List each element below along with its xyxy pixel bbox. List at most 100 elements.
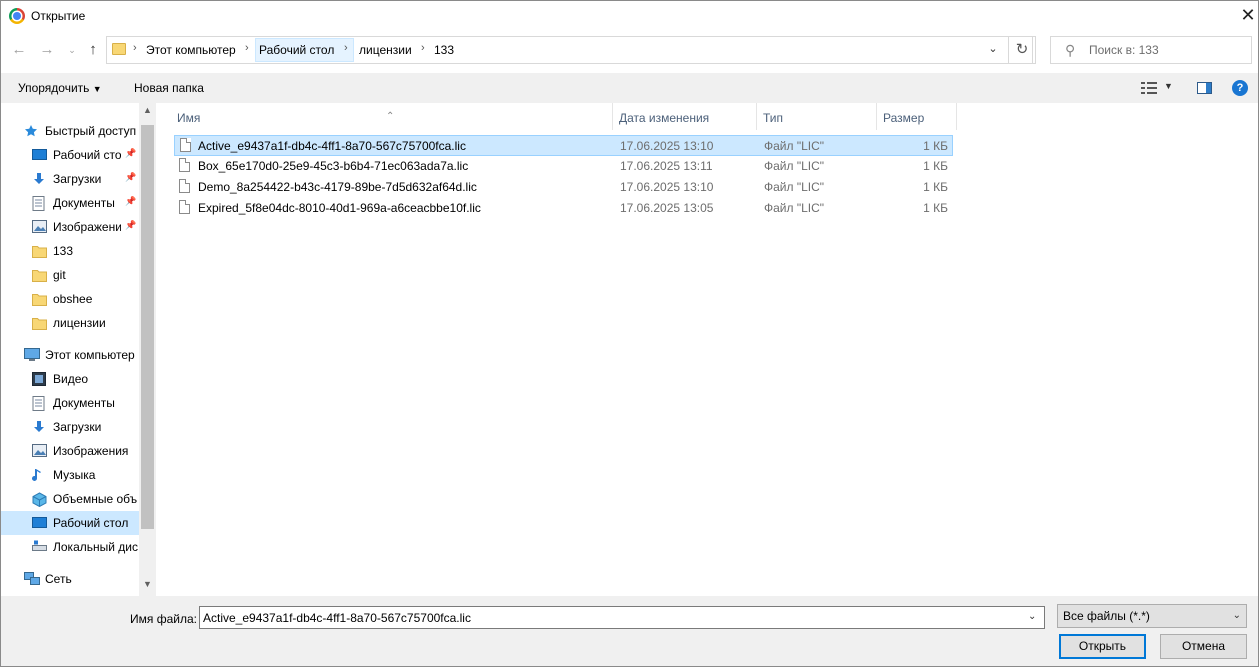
column-header-date[interactable]: Дата изменения	[619, 111, 709, 125]
file-date: 17.06.2025 13:10	[620, 180, 714, 194]
3d-objects-icon	[32, 492, 47, 508]
pin-icon: 📌	[125, 220, 137, 230]
column-header-name[interactable]: Имя	[177, 111, 200, 125]
sidebar-item[interactable]: Изображения	[1, 439, 139, 463]
sidebar-item-label: Сеть	[45, 572, 72, 586]
sidebar-item[interactable]: Объемные объ	[1, 487, 139, 511]
breadcrumb-desktop[interactable]: Рабочий стол	[259, 43, 334, 57]
sidebar-item[interactable]: Документы 📌	[1, 191, 139, 215]
back-arrow-icon[interactable]: ←	[9, 40, 29, 60]
forward-arrow-icon[interactable]: →	[37, 40, 57, 60]
breadcrumb-licenses[interactable]: лицензии	[359, 43, 412, 57]
preview-pane-icon[interactable]	[1197, 82, 1212, 94]
file-date: 17.06.2025 13:05	[620, 201, 714, 215]
refresh-icon[interactable]: ↻	[1008, 36, 1036, 64]
star-icon	[24, 124, 39, 138]
sidebar-item-label: Рабочий сто.	[53, 148, 121, 162]
column-header-type[interactable]: Тип	[763, 111, 783, 125]
scroll-up-icon[interactable]: ▲	[139, 105, 156, 119]
folder-icon	[32, 244, 47, 258]
file-date: 17.06.2025 13:10	[620, 139, 714, 153]
sidebar-item-label: Быстрый доступ	[45, 124, 137, 138]
chevron-right-icon[interactable]: ›	[344, 42, 348, 54]
search-input[interactable]	[1089, 41, 1239, 59]
sidebar-item-label: Изображения	[53, 444, 129, 458]
caret-down-icon[interactable]: ▼	[1164, 81, 1173, 91]
help-icon[interactable]: ?	[1232, 80, 1248, 96]
sidebar-item[interactable]: Видео	[1, 367, 139, 391]
scrollbar-thumb[interactable]	[141, 125, 154, 529]
sidebar-item[interactable]: Сеть	[1, 567, 139, 591]
pictures-icon	[32, 444, 47, 458]
column-divider[interactable]	[612, 103, 613, 130]
up-arrow-icon[interactable]: ↑	[83, 40, 103, 60]
filename-combobox[interactable]: ⌄	[199, 606, 1045, 629]
sidebar-item-label: Рабочий стол	[53, 516, 129, 530]
column-divider[interactable]	[956, 103, 957, 130]
chevron-right-icon[interactable]: ›	[133, 42, 137, 54]
folder-icon	[32, 268, 47, 282]
filetype-value: Все файлы (*.*)	[1063, 609, 1150, 623]
nav-scrollbar[interactable]: ▲ ▼	[139, 103, 156, 596]
sidebar-item-label: Этот компьютер	[45, 348, 135, 362]
file-name: Box_65e170d0-25e9-45c3-b6b4-71ec063ada7a…	[198, 159, 469, 173]
chevron-right-icon[interactable]: ›	[245, 42, 249, 54]
file-row-selected[interactable]: Active_e9437a1f-db4c-4ff1-8a70-567c75700…	[174, 135, 953, 156]
sidebar-item[interactable]: Документы	[1, 391, 139, 415]
chrome-icon	[9, 8, 25, 24]
recent-locations-chevron-icon[interactable]: ⌄	[62, 40, 82, 60]
sidebar-item[interactable]: Изображени 📌	[1, 215, 139, 239]
network-icon	[24, 572, 40, 586]
sidebar-item[interactable]: Этот компьютер	[1, 343, 139, 367]
sidebar-item[interactable]: git	[1, 263, 139, 287]
desktop-icon	[32, 148, 47, 162]
file-row[interactable]: Demo_8a254422-b43c-4179-89be-7d5d632af64…	[174, 177, 953, 198]
filetype-dropdown[interactable]: Все файлы (*.*) ⌄	[1057, 604, 1247, 628]
file-icon	[179, 158, 190, 172]
open-file-dialog: Открытие ✕ ← → ⌄ ↑ › Этот компьютер › Ра…	[0, 0, 1259, 667]
chevron-right-icon[interactable]: ›	[421, 42, 425, 54]
pin-icon: 📌	[125, 196, 137, 206]
filename-input[interactable]	[203, 610, 1013, 625]
file-type: Файл "LIC"	[764, 180, 825, 194]
sidebar-item[interactable]: Быстрый доступ	[1, 119, 139, 143]
chevron-down-icon[interactable]: ⌄	[1028, 611, 1036, 622]
column-divider[interactable]	[876, 103, 877, 130]
file-size: 1 КБ	[923, 180, 948, 194]
folder-icon	[32, 292, 47, 306]
sidebar-item[interactable]: лицензии	[1, 311, 139, 335]
sidebar-item[interactable]: 133	[1, 239, 139, 263]
sidebar-item-label: Объемные объ	[53, 492, 138, 506]
music-icon	[32, 468, 47, 482]
sidebar-item[interactable]: Музыка	[1, 463, 139, 487]
sidebar-item[interactable]: Локальный дис	[1, 535, 139, 559]
address-bar[interactable]: › Этот компьютер › Рабочий стол › лиценз…	[106, 36, 1033, 64]
sidebar-item[interactable]: Рабочий сто. 📌	[1, 143, 139, 167]
cancel-button[interactable]: Отмена	[1160, 634, 1247, 659]
sidebar-item[interactable]: obshee	[1, 287, 139, 311]
dialog-footer: Имя файла: ⌄ Все файлы (*.*) ⌄ Открыть О…	[1, 596, 1258, 666]
drive-icon	[32, 540, 47, 554]
close-icon[interactable]: ✕	[1237, 4, 1258, 26]
sidebar-item[interactable]: Загрузки	[1, 415, 139, 439]
search-box[interactable]: ⚲	[1050, 36, 1252, 64]
new-folder-button[interactable]: Новая папка	[134, 81, 204, 95]
view-options-icon[interactable]	[1141, 81, 1157, 95]
sidebar-item-label: obshee	[53, 292, 93, 306]
breadcrumb-133[interactable]: 133	[434, 43, 454, 57]
file-list: Имя ⌃ Дата изменения Тип Размер Active_e…	[158, 103, 1258, 596]
chevron-down-icon[interactable]: ⌄	[983, 42, 1003, 58]
organize-menu[interactable]: Упорядочить ▼	[18, 81, 102, 95]
sidebar-item-label: Локальный дис	[53, 540, 138, 554]
file-row[interactable]: Expired_5f8e04dc-8010-40d1-969a-a6ceacbb…	[174, 198, 953, 219]
sidebar-item[interactable]: Загрузки 📌	[1, 167, 139, 191]
open-button[interactable]: Открыть	[1059, 634, 1146, 659]
sidebar-item-label: Документы	[53, 396, 115, 410]
sidebar-item-label: Загрузки	[53, 420, 102, 434]
file-row[interactable]: Box_65e170d0-25e9-45c3-b6b4-71ec063ada7a…	[174, 156, 953, 177]
scroll-down-icon[interactable]: ▼	[139, 579, 156, 593]
sidebar-item[interactable]: Рабочий стол	[1, 511, 139, 535]
column-header-size[interactable]: Размер	[883, 111, 924, 125]
column-divider[interactable]	[756, 103, 757, 130]
breadcrumb-this-pc[interactable]: Этот компьютер	[146, 43, 236, 57]
